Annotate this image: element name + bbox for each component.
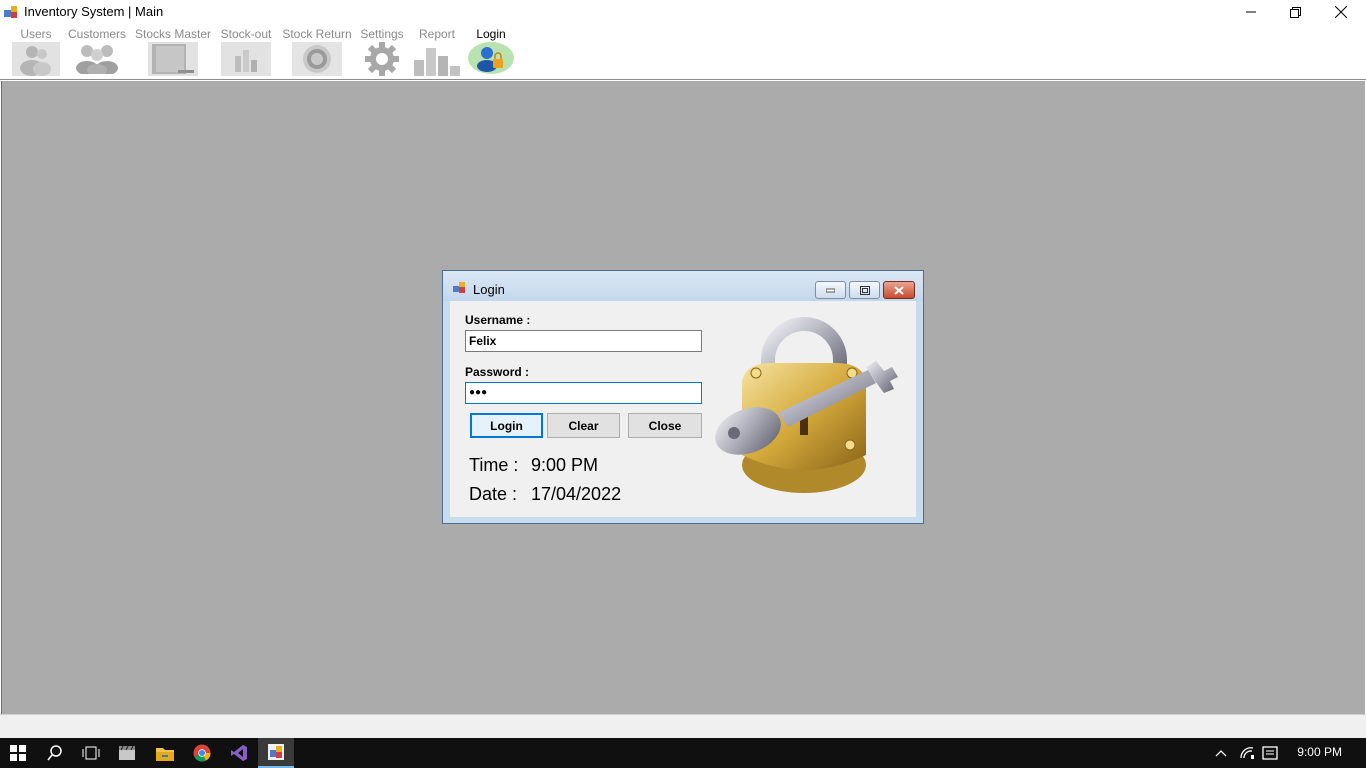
gear-icon <box>365 42 399 76</box>
visual-studio-icon <box>231 745 247 761</box>
toolbar-stock-return[interactable]: Stock Return <box>282 24 352 80</box>
taskbar: 9:00 PM <box>0 738 1366 768</box>
minimize-button[interactable] <box>1228 0 1274 24</box>
toolbar-users[interactable]: Users <box>12 24 60 80</box>
tray-notifications[interactable] <box>1258 738 1282 768</box>
padlock-key-icon <box>715 317 898 493</box>
close-button[interactable]: Close <box>628 413 702 438</box>
toolbar-login-label: Login <box>476 27 506 41</box>
toolbar-stock-out-label: Stock-out <box>220 27 272 41</box>
minimize-icon <box>826 288 835 293</box>
taskbar-inventory-app[interactable] <box>258 738 294 768</box>
toolbar-settings-label: Settings <box>360 27 404 41</box>
customers-icon <box>76 45 118 74</box>
toolbar-customers-label: Customers <box>67 27 126 41</box>
dialog-maximize-button[interactable] <box>849 281 880 299</box>
login-button[interactable]: Login <box>470 413 543 438</box>
username-field[interactable]: Felix <box>465 330 702 352</box>
toolbar-stock-return-label: Stock Return <box>282 27 352 41</box>
clapper-icon <box>119 745 135 760</box>
user-lock-icon <box>468 42 514 74</box>
chrome-icon <box>193 744 211 762</box>
window-title: Inventory System | Main <box>24 4 164 19</box>
username-label: Username : <box>465 313 531 327</box>
network-icon <box>1240 747 1254 759</box>
minimize-icon <box>1246 11 1256 13</box>
time-value: 9:00 PM <box>531 455 599 475</box>
status-bar <box>0 714 1366 738</box>
login-dialog-title: Login <box>473 282 505 297</box>
taskbar-visual-studio[interactable] <box>221 738 257 768</box>
time-label: Time : <box>469 455 519 475</box>
dialog-minimize-button[interactable] <box>815 281 846 299</box>
maximize-icon <box>859 285 870 295</box>
main-title-bar: Inventory System | Main <box>0 0 1366 24</box>
login-dialog-caption: Login <box>443 271 923 301</box>
toolbar-stocks-master[interactable]: Stocks Master <box>134 24 212 80</box>
toolbar-settings[interactable]: Settings <box>358 24 406 80</box>
close-icon <box>894 285 904 295</box>
file-explorer-icon <box>156 747 174 761</box>
users-icon <box>12 42 60 76</box>
toolbar-stock-out[interactable]: Stock-out <box>218 24 274 80</box>
app-icon <box>453 282 465 293</box>
notification-icon <box>1262 746 1278 760</box>
toolbar-stocks-master-label: Stocks Master <box>134 27 212 41</box>
taskbar-chrome[interactable] <box>184 738 220 768</box>
windows-start-icon <box>10 745 26 761</box>
tray-network[interactable] <box>1236 738 1258 768</box>
restore-icon <box>1289 6 1301 18</box>
date-label: Date : <box>469 484 518 504</box>
taskbar-clock[interactable]: 9:00 PM <box>1297 745 1342 759</box>
taskbar-app-clapper[interactable] <box>110 738 144 768</box>
password-field[interactable]: ●●● <box>465 382 702 404</box>
taskbar-task-view[interactable] <box>74 738 108 768</box>
chevron-up-icon <box>1215 750 1227 757</box>
app-icon <box>4 6 17 18</box>
stock-out-icon <box>221 42 271 76</box>
password-label: Password : <box>465 365 530 379</box>
clear-button[interactable]: Clear <box>547 413 620 438</box>
taskbar-search[interactable] <box>38 738 72 768</box>
toolbar-report-label: Report <box>418 27 456 41</box>
date-value: 17/04/2022 <box>531 484 622 504</box>
toolbar-users-label: Users <box>20 27 52 41</box>
dialog-close-button[interactable] <box>883 281 915 299</box>
tray-overflow[interactable] <box>1210 738 1232 768</box>
restore-button[interactable] <box>1272 0 1318 24</box>
close-icon <box>1335 6 1347 18</box>
toolbar-report[interactable]: Report <box>412 24 462 80</box>
toolbar-customers[interactable]: Customers <box>66 24 128 80</box>
search-icon <box>47 745 62 761</box>
login-dialog: Login Username : Felix Password : ●●● Lo… <box>442 270 924 524</box>
start-button[interactable] <box>0 738 36 768</box>
main-toolbar: Users Customers Stocks Master Stock-out … <box>0 24 1366 80</box>
close-window-button[interactable] <box>1318 0 1364 24</box>
inventory-app-icon <box>268 744 284 760</box>
toolbar-login[interactable]: Login <box>468 24 514 80</box>
stock-return-icon <box>292 42 342 76</box>
login-dialog-body: Username : Felix Password : ●●● Login Cl… <box>450 301 916 517</box>
bar-chart-icon <box>414 48 460 76</box>
task-view-icon <box>82 746 100 760</box>
taskbar-file-explorer[interactable] <box>147 738 183 768</box>
stocks-master-icon <box>148 42 198 76</box>
